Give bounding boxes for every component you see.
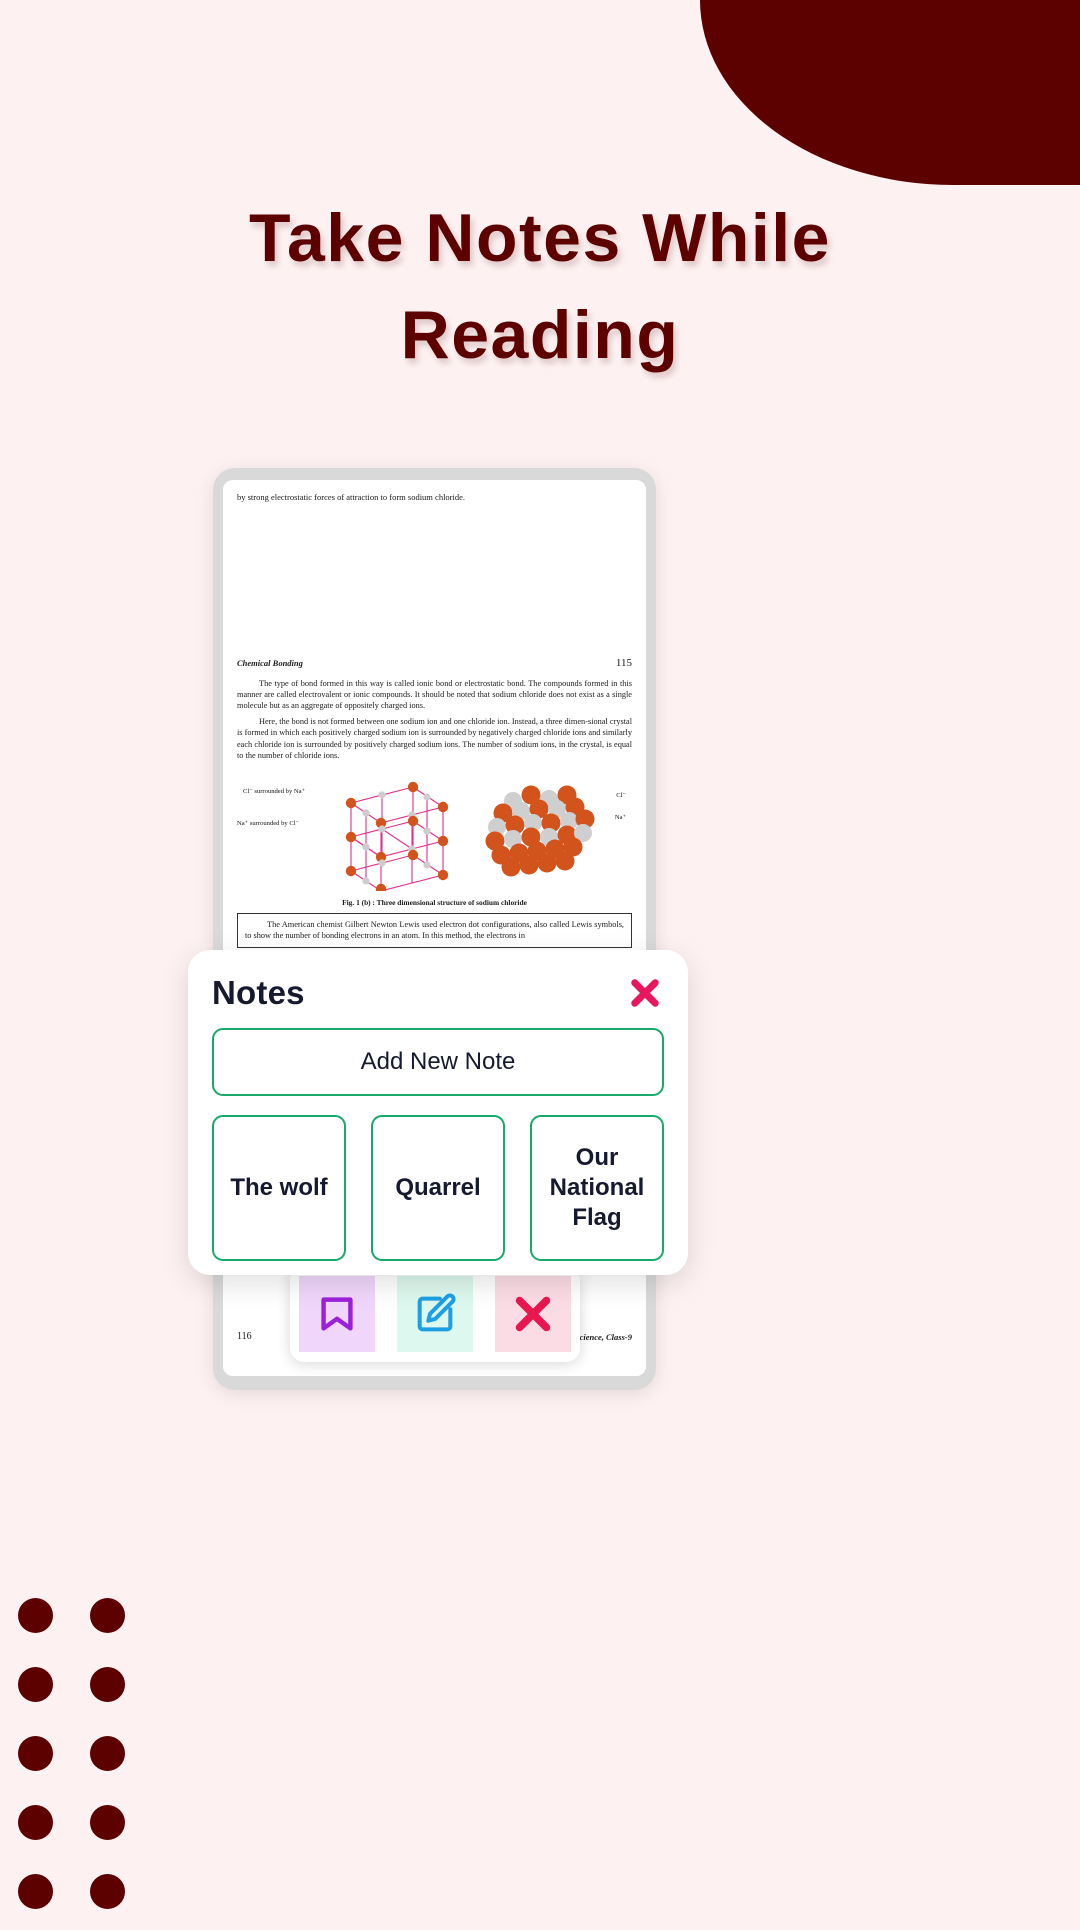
notes-modal-close-button[interactable]: [626, 974, 664, 1012]
bookmark-icon: [320, 1297, 353, 1331]
figure-nacl-structure: Cl⁻ surrounded by Na⁺ Na⁺ surrounded by …: [237, 773, 632, 895]
decorative-dot: [90, 1736, 125, 1771]
page-running-head: Chemical Bonding 115: [237, 657, 632, 669]
notes-modal: Notes Add New Note The wolf Quarrel Our …: [188, 950, 688, 1275]
page-boxed-note: The American chemist Gilbert Newton Lewi…: [237, 912, 632, 949]
decorative-dot: [18, 1598, 53, 1633]
decorative-dot: [18, 1805, 53, 1840]
figure-label-left-bottom: Na⁺ surrounded by Cl⁻: [237, 819, 300, 827]
notes-modal-header: Notes: [212, 972, 664, 1014]
figure-label-right-top: Cl⁻: [616, 791, 626, 799]
note-card-list: The wolf Quarrel Our National Flag: [212, 1115, 664, 1261]
decorative-dot: [18, 1667, 53, 1702]
corner-decoration-blob-secondary: [700, 0, 1080, 185]
figure-label-right-bottom: Na⁺: [614, 813, 626, 821]
decorative-dot: [90, 1667, 125, 1702]
nacl-packing-diagram: [485, 785, 595, 877]
decorative-dot: [18, 1874, 53, 1909]
page-number-top: 115: [615, 657, 632, 670]
nacl-lattice-diagram: [345, 781, 449, 891]
figure-label-left-top: Cl⁻ surrounded by Na⁺: [243, 787, 306, 795]
figure-caption: Fig. 1 (b) : Three dimensional structure…: [342, 897, 527, 907]
edit-pencil-icon: [417, 1293, 455, 1332]
note-card[interactable]: Quarrel: [371, 1115, 505, 1261]
close-x-icon: [515, 1296, 550, 1332]
page-top-line: by strong electrostatic forces of attrac…: [237, 492, 466, 502]
running-head-title: Chemical Bonding: [237, 658, 303, 669]
edit-note-button[interactable]: [396, 1276, 473, 1352]
decorative-dot: [18, 1736, 53, 1771]
dot-grid-decoration: [18, 1598, 146, 1930]
decorative-dot: [90, 1874, 125, 1909]
page-title-line-1: Take Notes While: [249, 200, 831, 276]
note-card[interactable]: Our National Flag: [530, 1115, 664, 1261]
notes-modal-title: Notes: [212, 974, 305, 1011]
delete-button[interactable]: [494, 1276, 571, 1352]
page-title-line-2: Reading: [400, 296, 680, 373]
reader-toolbar: [289, 1266, 580, 1362]
page-title: Take Notes While Reading: [0, 190, 1080, 383]
page-paragraph-1: The type of bond formed in this way is c…: [237, 679, 632, 711]
page-number-bottom: 116: [237, 1331, 252, 1342]
page-footer-right: Science, Class-9: [574, 1331, 632, 1342]
bookmark-button[interactable]: [298, 1276, 375, 1352]
decorative-dot: [90, 1598, 125, 1633]
decorative-dot: [90, 1805, 125, 1840]
note-card[interactable]: The wolf: [212, 1115, 346, 1261]
add-new-note-button[interactable]: Add New Note: [212, 1028, 664, 1096]
page-paragraph-2: Here, the bond is not formed between one…: [237, 717, 632, 760]
